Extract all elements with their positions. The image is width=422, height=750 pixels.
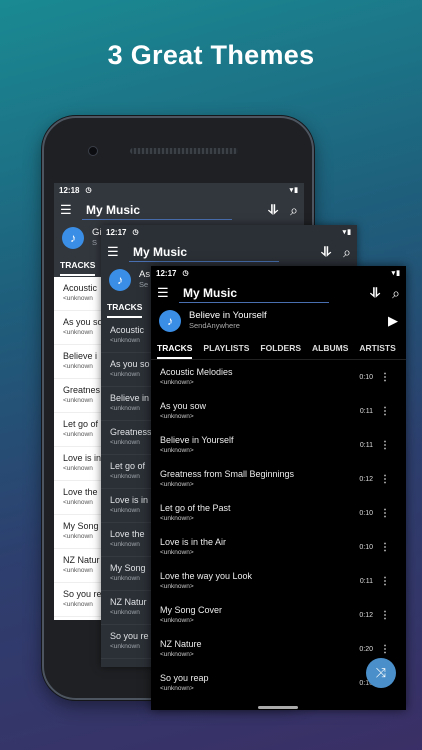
title-underline xyxy=(179,302,329,303)
track-title: Love the way you Look xyxy=(160,570,253,581)
track-artist: <unknown> xyxy=(160,446,194,454)
tab-albums[interactable]: ALBUMS xyxy=(312,337,348,359)
headline: 3 Great Themes xyxy=(107,40,315,70)
track-list: Acoustic Melodies <unknown> 0:10 ⋮ As you so… xyxy=(151,360,406,700)
sort-icon[interactable]: ⥥ xyxy=(322,244,331,260)
sync-icon: ◷ xyxy=(132,229,139,236)
track-artist: <unknown> xyxy=(160,378,194,386)
track-duration: 0:10 xyxy=(359,373,373,381)
track-duration: 0:11 xyxy=(359,441,373,449)
track-duration: 0:10 xyxy=(359,543,373,551)
track-title: As you sow xyxy=(160,400,207,411)
search-icon[interactable]: ⌕ xyxy=(343,244,351,261)
track-row[interactable]: Love the way you Look <unknown> 0:11 ⋮ xyxy=(151,564,406,598)
tab-folders[interactable]: FOLDERS xyxy=(260,337,301,359)
track-row[interactable]: Greatness from Small Beginnings <unknown>… xyxy=(151,462,406,496)
tab-playlists[interactable]: PLAYLISTS xyxy=(203,337,249,359)
now-playing-artist: SendAnywhere xyxy=(189,321,240,331)
wifi-battery-icon: ▾▮ xyxy=(342,229,352,236)
app-title: My Music xyxy=(86,203,141,217)
more-vert-icon[interactable]: ⋮ xyxy=(373,610,397,621)
more-vert-icon[interactable]: ⋮ xyxy=(373,508,397,519)
track-row[interactable]: Let go of the Past <unknown> 0:10 ⋮ xyxy=(151,496,406,530)
app-bar: ☰ My Music ⥥ ⌕ xyxy=(151,280,406,306)
tab-tracks[interactable]: TRACKS xyxy=(107,296,143,318)
sort-icon[interactable]: ⥥ xyxy=(269,202,278,218)
track-title: Acoustic Melodies xyxy=(160,366,233,377)
status-time: 12:18 xyxy=(59,185,80,195)
track-title: Let go of the Past xyxy=(160,502,231,513)
track-artist: <unknown> xyxy=(160,582,194,590)
track-row[interactable]: Acoustic Melodies <unknown> 0:10 ⋮ xyxy=(151,360,406,394)
music-note-icon: ♪ xyxy=(159,310,181,332)
app-title: My Music xyxy=(183,286,238,300)
track-duration: 0:12 xyxy=(359,611,373,619)
track-row[interactable]: As you sow <unknown> 0:11 ⋮ xyxy=(151,394,406,428)
track-row[interactable]: NZ Nature <unknown> 0:20 ⋮ xyxy=(151,632,406,666)
track-artist: <unknown> xyxy=(160,616,194,624)
track-title: Love is in the Air xyxy=(160,536,227,547)
status-bar: 12:18 ◷ ▾▮ xyxy=(54,183,304,197)
more-vert-icon[interactable]: ⋮ xyxy=(373,542,397,553)
track-duration: 0:11 xyxy=(359,407,373,415)
app-title: My Music xyxy=(133,245,188,259)
more-vert-icon[interactable]: ⋮ xyxy=(373,474,397,485)
track-artist: <unknown> xyxy=(160,684,194,692)
track-duration: 0:20 xyxy=(359,645,373,653)
track-duration: 0:11 xyxy=(359,577,373,585)
track-row[interactable]: My Song Cover <unknown> 0:12 ⋮ xyxy=(151,598,406,632)
track-artist: <unknown> xyxy=(160,412,194,420)
track-row[interactable]: Believe in Yourself <unknown> 0:11 ⋮ xyxy=(151,428,406,462)
track-title: Believe in Yourself xyxy=(160,434,234,445)
track-title: Greatness from Small Beginnings xyxy=(160,468,295,479)
tab-tracks[interactable]: TRACKS xyxy=(157,337,193,359)
track-row[interactable]: Love is in the Air <unknown> 0:10 ⋮ xyxy=(151,530,406,564)
app-bar: ☰ My Music ⥥ ⌕ xyxy=(101,239,357,265)
status-bar: 12:17 ◷ ▾▮ xyxy=(101,225,357,239)
search-icon[interactable]: ⌕ xyxy=(392,285,400,302)
more-vert-icon[interactable]: ⋮ xyxy=(373,372,397,383)
track-artist: <unknown> xyxy=(160,514,194,522)
title-underline xyxy=(82,219,232,220)
camera-icon xyxy=(88,146,98,156)
hamburger-icon[interactable]: ☰ xyxy=(107,244,127,260)
home-indicator[interactable] xyxy=(258,706,298,709)
more-vert-icon[interactable]: ⋮ xyxy=(373,440,397,451)
status-bar: 12:17 ◷ ▾▮ xyxy=(151,266,406,280)
wifi-battery-icon: ▾▮ xyxy=(391,270,401,277)
sort-icon[interactable]: ⥥ xyxy=(371,285,380,301)
tab-artists[interactable]: ARTISTS xyxy=(359,337,395,359)
more-vert-icon[interactable]: ⋮ xyxy=(373,644,397,655)
tab-bar: TRACKS PLAYLISTS FOLDERS ALBUMS ARTISTS … xyxy=(151,336,406,360)
more-vert-icon[interactable]: ⋮ xyxy=(373,406,397,417)
track-duration: 0:12 xyxy=(359,475,373,483)
sync-icon: ◷ xyxy=(182,270,189,277)
track-artist: <unknown> xyxy=(160,548,194,556)
black-theme-screen: 12:17 ◷ ▾▮ ☰ My Music ⥥ ⌕ ♪ Believe in Y… xyxy=(151,266,406,710)
music-note-icon: ♪ xyxy=(62,227,84,249)
music-note-icon: ♪ xyxy=(109,269,131,291)
title-underline xyxy=(129,261,279,262)
app-bar: ☰ My Music ⥥ ⌕ xyxy=(54,197,304,223)
track-title: NZ Nature xyxy=(160,638,202,649)
sync-icon: ◷ xyxy=(85,187,92,194)
hamburger-icon[interactable]: ☰ xyxy=(157,285,177,301)
status-time: 12:17 xyxy=(156,268,177,278)
hamburger-icon[interactable]: ☰ xyxy=(60,202,80,218)
status-time: 12:17 xyxy=(106,227,127,237)
speaker-grille xyxy=(130,148,238,154)
track-artist: <unknown> xyxy=(160,650,194,658)
wifi-battery-icon: ▾▮ xyxy=(289,187,299,194)
track-duration: 0:10 xyxy=(359,509,373,517)
shuffle-icon[interactable]: ⤨ xyxy=(366,658,396,688)
track-title: So you reap xyxy=(160,672,209,683)
now-playing-artist: Se xyxy=(139,280,149,290)
now-playing-bar[interactable]: ♪ Believe in Yourself SendAnywhere ▶ xyxy=(151,306,406,336)
tab-tracks[interactable]: TRACKS xyxy=(60,254,96,276)
more-vert-icon[interactable]: ⋮ xyxy=(373,576,397,587)
track-artist: <unknown> xyxy=(160,480,194,488)
play-icon[interactable]: ▶ xyxy=(388,313,398,329)
track-title: My Song Cover xyxy=(160,604,223,615)
search-icon[interactable]: ⌕ xyxy=(290,202,298,219)
